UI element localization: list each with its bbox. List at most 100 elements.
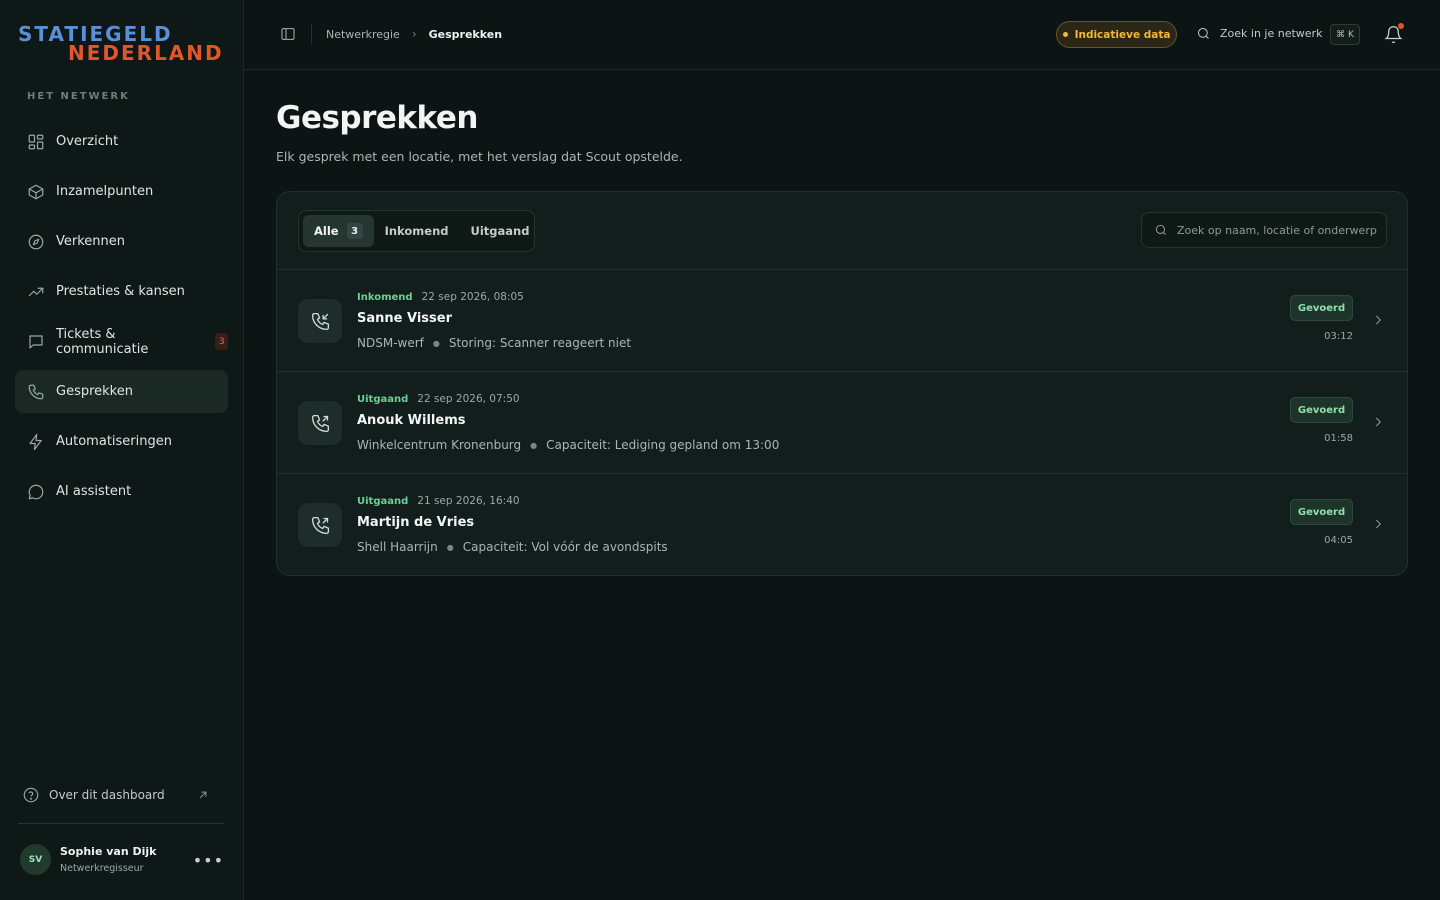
sidebar-item-gesprekken[interactable]: Gesprekken — [15, 370, 228, 413]
topbar-divider — [311, 24, 312, 44]
phone-incoming-icon — [298, 299, 342, 343]
sidebar-item-inzamelpunten[interactable]: Inzamelpunten — [15, 170, 228, 213]
bullet-separator: ● — [446, 542, 454, 552]
compass-icon — [27, 233, 45, 251]
breadcrumb-current: Gesprekken — [428, 27, 503, 41]
call-row[interactable]: Uitgaand 21 sep 2026, 16:40 Martijn de V… — [277, 474, 1407, 575]
call-duration: 01:58 — [1324, 433, 1353, 444]
status-badge: Gevoerd — [1290, 397, 1353, 423]
tab-count-badge: 3 — [346, 223, 363, 239]
sidebar-item-overzicht[interactable]: Overzicht — [15, 120, 228, 163]
sidebar-section-label: HET NETWERK — [27, 91, 130, 102]
page-title: Gesprekken — [276, 100, 478, 136]
about-dashboard-link[interactable]: Over dit dashboard — [22, 784, 222, 806]
tab-label: Inkomend — [384, 224, 449, 238]
help-circle-icon — [23, 787, 39, 803]
keyboard-shortcut: ⌘ K — [1330, 24, 1360, 45]
sidebar-item-ai-assistent[interactable]: AI assistent — [15, 470, 228, 513]
user-profile[interactable]: SV Sophie van Dijk Netwerkregisseur ••• — [20, 843, 226, 877]
topbar: Netwerkregie › Gesprekken Indicatieve da… — [244, 0, 1440, 70]
call-direction: Uitgaand — [357, 393, 409, 405]
box-icon — [27, 183, 45, 201]
tab-label: Alle — [314, 224, 339, 238]
about-label: Over dit dashboard — [49, 788, 165, 802]
brand-logo[interactable]: STATIEGELD NEDERLAND — [18, 22, 228, 65]
search-icon — [1198, 28, 1209, 39]
chevron-right-icon: › — [411, 27, 417, 41]
indicative-label: Indicatieve data — [1074, 28, 1171, 41]
calls-search-input[interactable] — [1177, 223, 1386, 237]
sidebar-item-label: Tickets & communicatie — [56, 326, 149, 357]
call-subject: Capaciteit: Vol vóór de avondspits — [462, 540, 668, 554]
caller-name: Martijn de Vries — [357, 515, 475, 530]
call-subject: Capaciteit: Lediging gepland om 13:00 — [546, 438, 780, 452]
call-datetime: 22 sep 2026, 08:05 — [421, 291, 524, 303]
chevron-right-icon[interactable] — [1371, 414, 1385, 428]
user-name: Sophie van Dijk — [60, 845, 157, 858]
call-duration: 04:05 — [1324, 535, 1353, 546]
tab-alle[interactable]: Alle 3 — [303, 215, 374, 247]
indicative-data-badge[interactable]: Indicatieve data — [1056, 21, 1177, 48]
tab-uitgaand[interactable]: Uitgaand — [460, 215, 541, 247]
sidebar-item-label: Prestaties & kansen — [56, 284, 185, 299]
search-icon — [1155, 224, 1166, 235]
status-dot-icon — [1062, 32, 1068, 37]
phone-icon — [27, 383, 45, 401]
call-row[interactable]: Inkomend 22 sep 2026, 08:05 Sanne Visser… — [277, 270, 1407, 372]
logo-line-2: NEDERLAND — [68, 41, 224, 65]
call-duration: 03:12 — [1324, 331, 1353, 342]
bullet-separator: ● — [530, 440, 538, 450]
tab-inkomend[interactable]: Inkomend — [374, 215, 460, 247]
call-datetime: 22 sep 2026, 07:50 — [417, 393, 520, 405]
sidebar-item-tickets[interactable]: Tickets & communicatie 3 — [15, 320, 228, 363]
user-role: Netwerkregisseur — [60, 863, 144, 874]
sidebar-item-label: Gesprekken — [56, 384, 133, 399]
external-link-icon — [199, 791, 207, 799]
call-meta: Inkomend 22 sep 2026, 08:05 — [357, 291, 524, 303]
call-direction: Inkomend — [357, 291, 413, 303]
sidebar-item-label: Verkennen — [56, 234, 126, 249]
network-search-label: Zoek in je netwerk — [1220, 27, 1323, 40]
avatar: SV — [20, 844, 51, 875]
sidebar-item-label: Overzicht — [56, 134, 119, 149]
call-detail: Winkelcentrum Kronenburg ● Capaciteit: L… — [357, 438, 779, 452]
notifications-button[interactable] — [1384, 23, 1404, 44]
sidebar-item-automatiseringen[interactable]: Automatiseringen — [15, 420, 228, 463]
sidebar-toggle-icon[interactable] — [280, 26, 296, 42]
message-square-icon — [27, 333, 45, 351]
sidebar-nav: Overzicht Inzamelpunten Verkennen Presta… — [15, 120, 228, 520]
zap-icon — [27, 433, 45, 451]
calls-panel: Alle 3 Inkomend Uitgaand Inkomend 22 sep… — [276, 191, 1408, 576]
bullet-separator: ● — [432, 338, 440, 348]
call-row[interactable]: Uitgaand 22 sep 2026, 07:50 Anouk Willem… — [277, 372, 1407, 474]
call-subject: Storing: Scanner reageert niet — [448, 336, 632, 350]
tab-label: Uitgaand — [470, 224, 530, 238]
sidebar: STATIEGELD NEDERLAND HET NETWERK Overzic… — [0, 0, 244, 900]
chat-bubble-icon — [27, 483, 45, 501]
sidebar-item-label: Inzamelpunten — [56, 184, 154, 199]
chevron-right-icon[interactable] — [1371, 312, 1385, 326]
call-location: Winkelcentrum Kronenburg — [357, 438, 522, 452]
more-options-icon[interactable]: ••• — [193, 851, 224, 870]
call-location: NDSM-werf — [357, 336, 424, 350]
breadcrumb: Netwerkregie › Gesprekken — [326, 27, 502, 41]
caller-name: Anouk Willems — [357, 413, 466, 428]
breadcrumb-netwerkregie[interactable]: Netwerkregie — [326, 28, 400, 41]
call-meta: Uitgaand 21 sep 2026, 16:40 — [357, 495, 520, 507]
trend-up-icon — [27, 283, 45, 301]
sidebar-item-verkennen[interactable]: Verkennen — [15, 220, 228, 263]
call-detail: Shell Haarrijn ● Capaciteit: Vol vóór de… — [357, 540, 668, 554]
call-meta: Uitgaand 22 sep 2026, 07:50 — [357, 393, 520, 405]
status-badge: Gevoerd — [1290, 499, 1353, 525]
network-search-button[interactable]: Zoek in je netwerk — [1196, 26, 1322, 41]
calls-search — [1141, 212, 1387, 248]
sidebar-item-label: AI assistent — [56, 484, 132, 499]
chevron-right-icon[interactable] — [1371, 516, 1385, 530]
sidebar-item-prestaties[interactable]: Prestaties & kansen — [15, 270, 228, 313]
status-badge: Gevoerd — [1290, 295, 1353, 321]
ticket-count-badge: 3 — [215, 333, 228, 350]
phone-outgoing-icon — [298, 401, 342, 445]
call-detail: NDSM-werf ● Storing: Scanner reageert ni… — [357, 336, 631, 350]
call-location: Shell Haarrijn — [357, 540, 438, 554]
sidebar-item-label: Automatiseringen — [56, 434, 172, 449]
